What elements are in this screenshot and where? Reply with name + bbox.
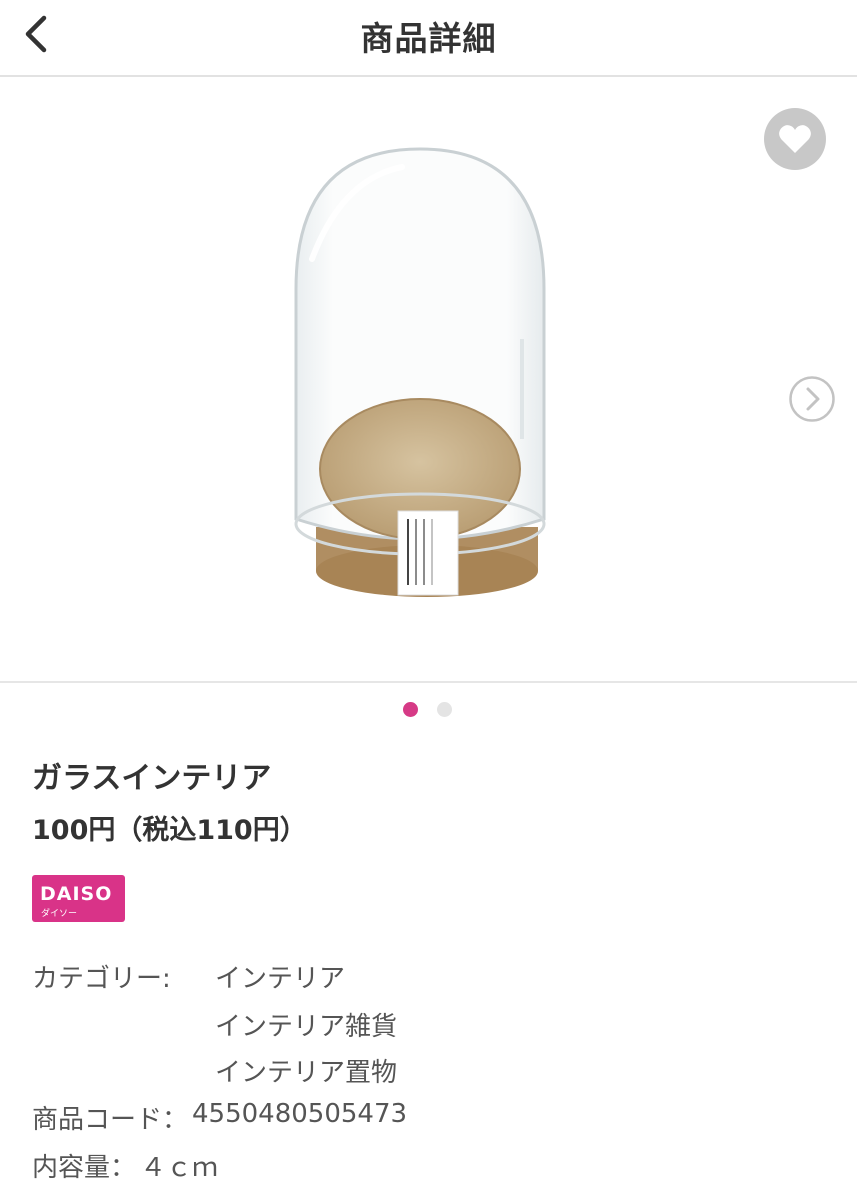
category-item[interactable]: インテリア置物 — [215, 1052, 397, 1089]
category-item[interactable]: インテリア雑貨 — [215, 1006, 397, 1043]
category-label: カテゴリー: — [32, 964, 171, 994]
product-code-label: 商品コード： — [32, 1105, 189, 1135]
chevron-right-circle-icon — [789, 376, 835, 422]
product-name: ガラスインテリア — [32, 761, 272, 796]
product-price: 100円（税込110円） — [32, 815, 307, 846]
page-title: 商品詳細 — [360, 19, 497, 58]
capacity-value: ４ｃｍ — [140, 1153, 219, 1183]
brand-logo: DAISO ダイソー — [32, 875, 125, 922]
brand-logo-text: DAISO — [40, 883, 113, 905]
page-indicator — [0, 702, 857, 718]
product-image-carousel[interactable] — [0, 79, 857, 683]
heart-icon — [779, 125, 811, 153]
capacity-label: 内容量： — [32, 1153, 137, 1183]
brand-logo-subtext: ダイソー — [41, 909, 78, 919]
next-image-button[interactable] — [788, 375, 836, 423]
product-code: 4550480505473 — [192, 1099, 408, 1129]
app-header: 商品詳細 — [0, 0, 857, 77]
favorite-button[interactable] — [764, 108, 826, 170]
category-item[interactable]: インテリア — [215, 958, 345, 995]
page-dot-2[interactable] — [437, 702, 452, 717]
product-image — [294, 147, 546, 597]
page-dot-1[interactable] — [403, 702, 418, 717]
